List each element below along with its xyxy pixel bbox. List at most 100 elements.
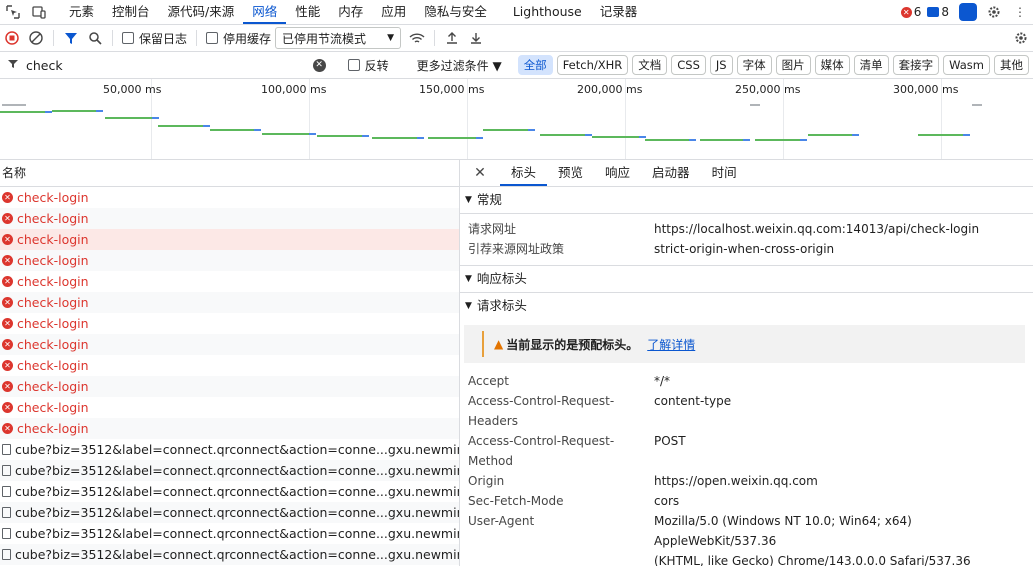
throttling-select[interactable]: 已停用节流模式 ▼	[275, 27, 402, 49]
filter-chip[interactable]: 清单	[853, 55, 889, 75]
filter-chip[interactable]: 全部	[517, 55, 553, 75]
table-row[interactable]: cube?biz=3512&label=connect.qrconnect&ac…	[0, 481, 459, 502]
invert-checkbox[interactable]: 反转	[347, 57, 389, 74]
timeline-bar-waiting	[808, 134, 852, 136]
filter-chip[interactable]: 媒体	[814, 55, 850, 75]
tab-performance[interactable]: 性能	[286, 0, 329, 24]
filter-bar: check ✕ 反转 更多过滤条件 ▼ 全部 Fetch/XHR 文档 CSS JS 字体…	[0, 52, 1033, 79]
tab-response[interactable]: 响应	[594, 160, 641, 186]
error-icon: ✕	[2, 318, 13, 329]
message-count-badge[interactable]: 8	[927, 5, 949, 19]
import-har-upload-icon[interactable]	[440, 25, 464, 51]
table-row[interactable]: cube?biz=3512&label=connect.qrconnect&ac…	[0, 439, 459, 460]
timeline-overview[interactable]: 50,000 ms 100,000 ms 150,000 ms 200,000 ms 2…	[0, 79, 1033, 160]
filter-chip[interactable]: 套接字	[892, 55, 940, 75]
table-row[interactable]: ✕ check-login	[0, 334, 459, 355]
timeline-bar-waiting	[210, 129, 254, 131]
section-request-headers-header[interactable]: ▼ 请求标头	[460, 293, 1033, 319]
header-value-line: content-type	[654, 394, 732, 408]
table-row[interactable]: ✕ check-login	[0, 271, 459, 292]
table-row[interactable]: ✕ check-login	[0, 418, 459, 439]
chevron-down-icon: ▼	[387, 33, 395, 43]
export-har-download-icon[interactable]	[464, 25, 488, 51]
table-row[interactable]: ✕ check-login	[0, 250, 459, 271]
timeline-bar-download	[639, 136, 646, 138]
timeline-bar-download	[800, 139, 807, 141]
filter-chip[interactable]: 图片	[775, 55, 811, 75]
disable-cache-checkbox[interactable]: 停用缓存	[206, 30, 271, 47]
table-row[interactable]: cube?biz=3512&label=connect.qrconnect&ac…	[0, 460, 459, 481]
table-row[interactable]: ✕ check-login	[0, 187, 459, 208]
network-conditions-wifi-icon[interactable]	[405, 25, 429, 51]
timeline-bar-download	[254, 129, 261, 131]
tab-lighthouse[interactable]: Lighthouse	[504, 0, 591, 24]
clear-filter-icon[interactable]: ✕	[312, 58, 326, 72]
name-column-header[interactable]: 名称	[0, 160, 459, 187]
filter-value: check	[26, 57, 63, 73]
tab-recorder[interactable]: 记录器	[591, 0, 647, 24]
network-settings-gear-icon[interactable]	[1009, 25, 1033, 51]
tab-preview[interactable]: 预览	[547, 160, 594, 186]
filter-chip[interactable]: 字体	[736, 55, 772, 75]
clear-icon[interactable]	[24, 25, 48, 51]
tab-timing[interactable]: 时间	[701, 160, 748, 186]
tab-sources[interactable]: 源代码/来源	[159, 0, 244, 24]
header-value-line: */*	[654, 374, 671, 388]
settings-gear-icon[interactable]	[981, 0, 1007, 24]
error-icon: ✕	[2, 360, 13, 371]
tab-application[interactable]: 应用	[372, 0, 415, 24]
more-filters-dropdown[interactable]: 更多过滤条件 ▼	[417, 57, 502, 74]
timeline-bar-download	[743, 139, 750, 141]
tab-console[interactable]: 控制台	[103, 0, 159, 24]
learn-more-link[interactable]: 了解详情	[647, 336, 695, 353]
request-name: check-login	[17, 379, 89, 394]
tab-elements[interactable]: 元素	[60, 0, 103, 24]
timeline-tick-label: 100,000 ms	[261, 83, 327, 96]
table-row[interactable]: cube?biz=3512&label=connect.qrconnect&ac…	[0, 523, 459, 544]
table-row[interactable]: ✕ check-login	[0, 355, 459, 376]
table-row[interactable]: ✕ check-login	[0, 397, 459, 418]
request-rows: ✕ check-login ✕ check-login ✕ check-login ✕ che…	[0, 187, 459, 565]
filter-chip[interactable]: JS	[709, 55, 733, 75]
filter-chip[interactable]: Wasm	[943, 55, 990, 75]
inspect-element-icon[interactable]	[0, 0, 26, 24]
details-tab-bar: ✕ 标头 预览 响应 启动器 时间	[460, 160, 1033, 187]
filter-chip[interactable]: Fetch/XHR	[556, 55, 629, 75]
timeline-bar-waiting	[372, 137, 417, 139]
table-row[interactable]: ✕ check-login	[0, 376, 459, 397]
filter-chip[interactable]: 其他	[994, 55, 1029, 75]
request-details-panel: ✕ 标头 预览 响应 启动器 时间 ▼ 常规 请求网址 https://loca…	[460, 160, 1033, 566]
tab-headers[interactable]: 标头	[500, 160, 548, 186]
timeline-bar-download	[852, 134, 859, 136]
table-row[interactable]: cube?biz=3512&label=connect.qrconnect&ac…	[0, 502, 459, 523]
record-stop-icon[interactable]	[0, 25, 24, 51]
timeline-bar-waiting	[700, 139, 743, 141]
search-icon[interactable]	[83, 25, 107, 51]
tab-memory[interactable]: 内存	[329, 0, 372, 24]
section-general-header[interactable]: ▼ 常规	[460, 187, 1033, 214]
checkbox-box	[347, 59, 360, 71]
timeline-bar-waiting	[540, 134, 585, 136]
table-row[interactable]: ✕ check-login	[0, 292, 459, 313]
tab-privacy-security[interactable]: 隐私与安全	[415, 0, 496, 24]
error-count-badge[interactable]: ✕ 6	[900, 5, 921, 19]
table-row[interactable]: ✕ check-login	[0, 208, 459, 229]
filter-chip[interactable]: 文档	[632, 55, 668, 75]
device-toolbar-icon[interactable]	[26, 0, 52, 24]
ai-assistant-icon[interactable]	[955, 0, 981, 24]
tab-network[interactable]: 网络	[243, 0, 287, 24]
error-icon: ✕	[2, 213, 13, 224]
preserve-log-checkbox[interactable]: 保留日志	[122, 30, 187, 47]
close-icon[interactable]: ✕	[460, 165, 500, 181]
table-row[interactable]: cube?biz=3512&label=connect.qrconnect&ac…	[0, 544, 459, 565]
section-response-headers-header[interactable]: ▼ 响应标头	[460, 266, 1033, 293]
tab-initiator[interactable]: 启动器	[641, 160, 701, 186]
error-icon: ✕	[2, 339, 13, 350]
table-row[interactable]: ✕ check-login	[0, 313, 459, 334]
filter-funnel-icon[interactable]	[59, 25, 83, 51]
more-options-icon[interactable]: ⋮	[1007, 0, 1033, 24]
filter-chip[interactable]: CSS	[671, 55, 706, 75]
table-row[interactable]: ✕ check-login	[0, 229, 459, 250]
request-name: cube?biz=3512&label=connect.qrconnect&ac…	[15, 547, 459, 562]
filter-input[interactable]: check ✕	[0, 52, 332, 78]
